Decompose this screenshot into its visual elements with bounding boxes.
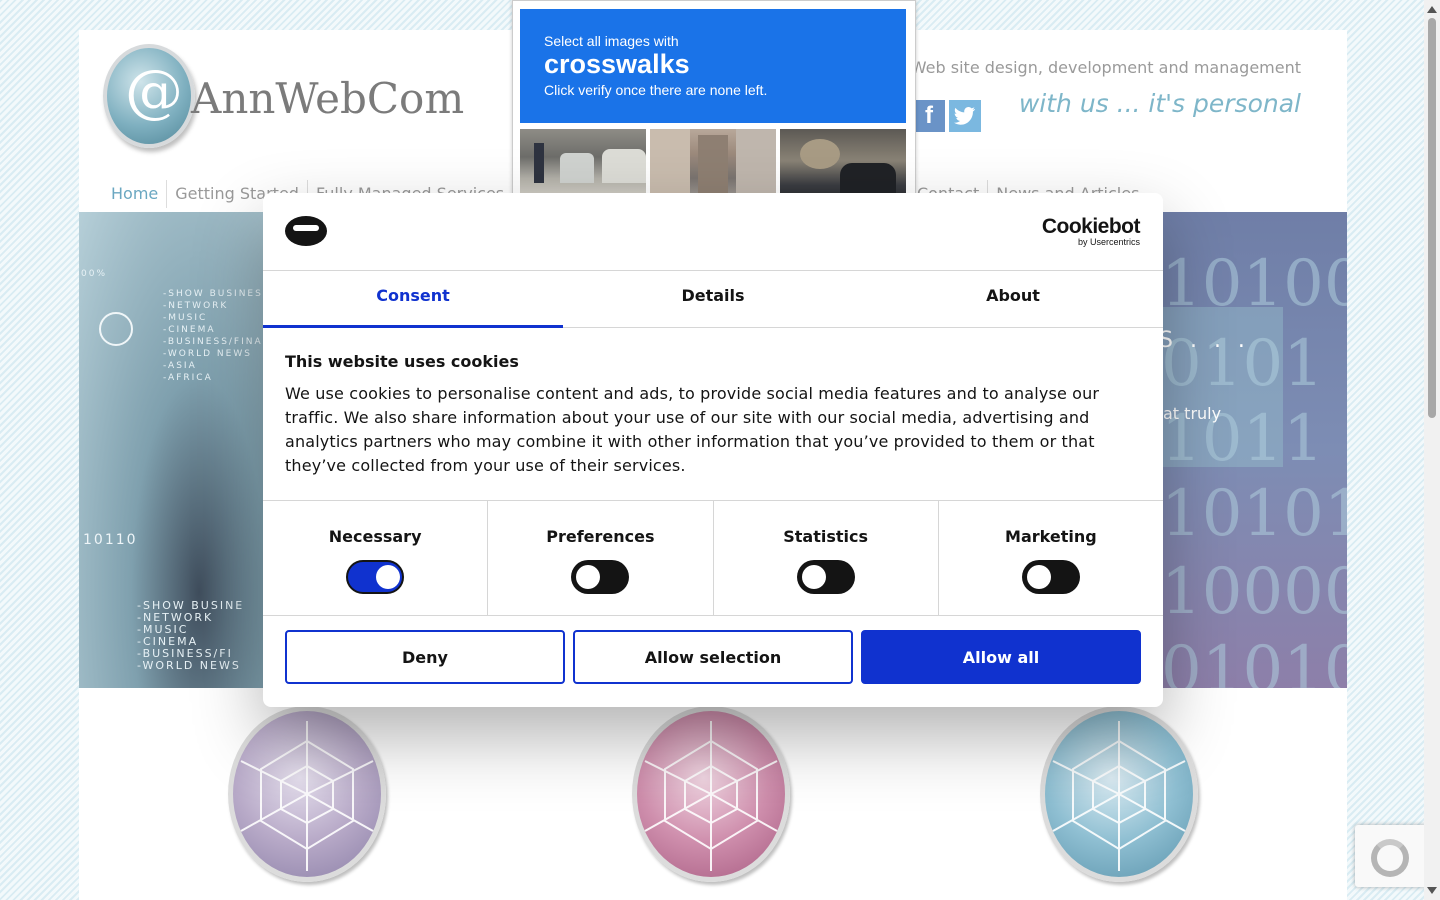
- logo-at-icon: @: [103, 44, 195, 148]
- cookie-tabs: Consent Details About: [263, 270, 1163, 328]
- facebook-icon[interactable]: f: [913, 100, 945, 132]
- spiderweb-icon-pink[interactable]: [632, 706, 790, 882]
- cookiebot-brand: Cookiebot: [1041, 215, 1141, 238]
- recaptcha-icon: [1371, 839, 1409, 877]
- nav-home[interactable]: Home: [103, 180, 166, 208]
- binary-line: 0101000: [1161, 633, 1347, 688]
- recaptcha-badge[interactable]: [1355, 825, 1427, 887]
- hero-subtext: at truly: [1163, 404, 1222, 423]
- cookie-dialog-header: Cookiebot by Usercentrics: [263, 193, 1163, 271]
- scroll-down-arrow-icon[interactable]: [1427, 887, 1437, 894]
- hero-menu-text: -SHOW BUSINESS -NETWORK -MUSIC -CINEMA -…: [163, 289, 272, 383]
- cookie-dialog-title: This website uses cookies: [285, 352, 519, 371]
- cookiebot-logo[interactable]: Cookiebot by Usercentrics: [1041, 215, 1141, 247]
- cookie-categories: Necessary Preferences Statistics Marketi…: [263, 500, 1163, 616]
- twitter-icon[interactable]: [949, 100, 981, 132]
- allow-all-button[interactable]: Allow all: [861, 630, 1141, 684]
- site-motto: with us ... it's personal: [1018, 89, 1301, 118]
- category-preferences: Preferences: [487, 501, 712, 615]
- category-label: Marketing: [1005, 527, 1097, 546]
- scroll-thumb[interactable]: [1428, 18, 1436, 418]
- captcha-hint: Click verify once there are none left.: [544, 82, 768, 98]
- category-marketing: Marketing: [937, 501, 1163, 615]
- marketing-toggle[interactable]: [1021, 560, 1080, 594]
- hero-heading: S . . .: [1159, 328, 1250, 353]
- category-label: Necessary: [328, 527, 422, 546]
- hero-percent: 00%: [81, 269, 108, 279]
- captcha-challenge: Select all images with crosswalks Click …: [512, 0, 916, 197]
- binary-line: 100000: [1161, 555, 1347, 629]
- captcha-header: Select all images with crosswalks Click …: [520, 9, 906, 123]
- tab-consent[interactable]: Consent: [263, 270, 563, 328]
- social-links: f: [913, 100, 981, 132]
- allow-selection-button[interactable]: Allow selection: [573, 630, 853, 684]
- cookie-consent-dialog: Cookiebot by Usercentrics Consent Detail…: [263, 193, 1163, 707]
- hero-number: 10110: [83, 532, 138, 548]
- deny-button[interactable]: Deny: [285, 630, 565, 684]
- tab-details[interactable]: Details: [563, 270, 863, 327]
- captcha-target: crosswalks: [544, 49, 690, 79]
- binary-line: 101001: [1161, 247, 1347, 321]
- captcha-tile[interactable]: [650, 129, 776, 196]
- hero-menu-text-2: -SHOW BUSINE -NETWORK -MUSIC -CINEMA -BU…: [137, 599, 245, 672]
- captcha-instruction: Select all images with: [544, 33, 679, 49]
- necessary-toggle[interactable]: [346, 560, 405, 594]
- spiderweb-icon-purple[interactable]: [228, 706, 386, 882]
- binary-line: 10101: [1161, 477, 1347, 551]
- preferences-toggle[interactable]: [571, 560, 630, 594]
- category-necessary: Necessary: [263, 501, 487, 615]
- logo-text: AnnWebCom: [191, 74, 465, 123]
- statistics-toggle[interactable]: [796, 560, 855, 594]
- scroll-up-arrow-icon[interactable]: [1427, 6, 1437, 13]
- captcha-tile[interactable]: [780, 129, 906, 196]
- captcha-tile[interactable]: [520, 129, 646, 196]
- site-tagline: Web site design, development and managem…: [910, 58, 1301, 77]
- category-statistics: Statistics: [712, 501, 938, 615]
- cookie-buttons: Deny Allow selection Allow all: [285, 630, 1141, 684]
- tab-about[interactable]: About: [863, 270, 1163, 327]
- cookie-dialog-body: We use cookies to personalise content an…: [285, 384, 1100, 475]
- category-label: Preferences: [546, 527, 655, 546]
- site-logo-icon: [285, 216, 327, 246]
- page-scrollbar[interactable]: [1424, 0, 1440, 900]
- site-logo[interactable]: @ AnnWebCom: [103, 42, 465, 148]
- spiderweb-icon-blue[interactable]: [1040, 706, 1198, 882]
- globe-icon: [99, 312, 133, 346]
- category-label: Statistics: [783, 527, 868, 546]
